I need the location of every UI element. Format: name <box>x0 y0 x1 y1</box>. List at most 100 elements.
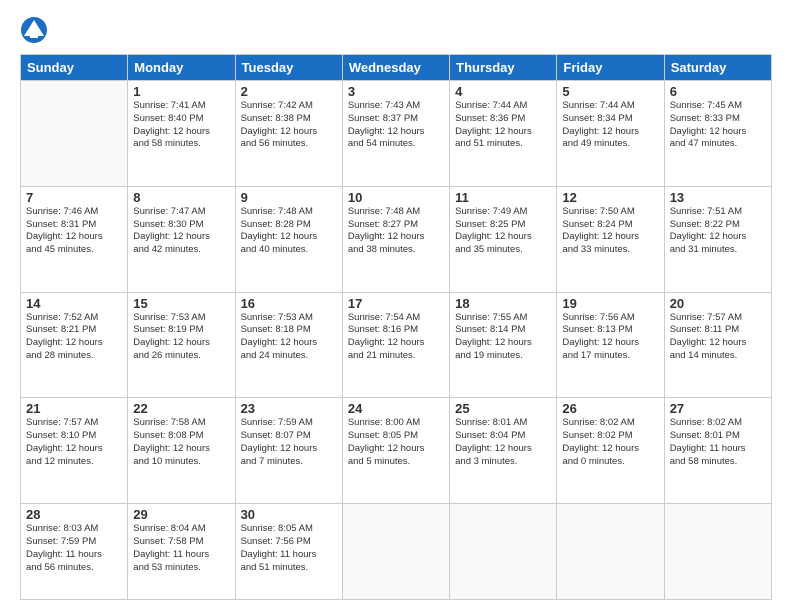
day-number: 29 <box>133 507 229 522</box>
day-cell: 20Sunrise: 7:57 AM Sunset: 8:11 PM Dayli… <box>664 292 771 398</box>
day-info: Sunrise: 7:59 AM Sunset: 8:07 PM Dayligh… <box>241 417 337 468</box>
day-info: Sunrise: 7:56 AM Sunset: 8:13 PM Dayligh… <box>562 312 658 363</box>
day-number: 19 <box>562 296 658 311</box>
day-cell <box>664 504 771 600</box>
day-cell <box>342 504 449 600</box>
week-row-1: 7Sunrise: 7:46 AM Sunset: 8:31 PM Daylig… <box>21 186 772 292</box>
week-row-2: 14Sunrise: 7:52 AM Sunset: 8:21 PM Dayli… <box>21 292 772 398</box>
day-number: 21 <box>26 401 122 416</box>
day-info: Sunrise: 8:02 AM Sunset: 8:02 PM Dayligh… <box>562 417 658 468</box>
day-number: 5 <box>562 84 658 99</box>
day-number: 4 <box>455 84 551 99</box>
day-cell: 17Sunrise: 7:54 AM Sunset: 8:16 PM Dayli… <box>342 292 449 398</box>
day-number: 8 <box>133 190 229 205</box>
day-cell: 29Sunrise: 8:04 AM Sunset: 7:58 PM Dayli… <box>128 504 235 600</box>
day-cell: 6Sunrise: 7:45 AM Sunset: 8:33 PM Daylig… <box>664 81 771 187</box>
day-cell: 5Sunrise: 7:44 AM Sunset: 8:34 PM Daylig… <box>557 81 664 187</box>
day-info: Sunrise: 7:48 AM Sunset: 8:27 PM Dayligh… <box>348 206 444 257</box>
day-cell: 30Sunrise: 8:05 AM Sunset: 7:56 PM Dayli… <box>235 504 342 600</box>
day-info: Sunrise: 7:54 AM Sunset: 8:16 PM Dayligh… <box>348 312 444 363</box>
day-info: Sunrise: 7:48 AM Sunset: 8:28 PM Dayligh… <box>241 206 337 257</box>
day-info: Sunrise: 7:57 AM Sunset: 8:10 PM Dayligh… <box>26 417 122 468</box>
day-cell: 3Sunrise: 7:43 AM Sunset: 8:37 PM Daylig… <box>342 81 449 187</box>
day-cell: 8Sunrise: 7:47 AM Sunset: 8:30 PM Daylig… <box>128 186 235 292</box>
day-info: Sunrise: 7:49 AM Sunset: 8:25 PM Dayligh… <box>455 206 551 257</box>
day-cell: 24Sunrise: 8:00 AM Sunset: 8:05 PM Dayli… <box>342 398 449 504</box>
day-cell: 4Sunrise: 7:44 AM Sunset: 8:36 PM Daylig… <box>450 81 557 187</box>
day-cell: 25Sunrise: 8:01 AM Sunset: 8:04 PM Dayli… <box>450 398 557 504</box>
header-saturday: Saturday <box>664 55 771 81</box>
day-info: Sunrise: 7:47 AM Sunset: 8:30 PM Dayligh… <box>133 206 229 257</box>
day-number: 2 <box>241 84 337 99</box>
day-number: 1 <box>133 84 229 99</box>
header-tuesday: Tuesday <box>235 55 342 81</box>
day-cell: 14Sunrise: 7:52 AM Sunset: 8:21 PM Dayli… <box>21 292 128 398</box>
day-number: 16 <box>241 296 337 311</box>
header-friday: Friday <box>557 55 664 81</box>
header-monday: Monday <box>128 55 235 81</box>
day-info: Sunrise: 7:42 AM Sunset: 8:38 PM Dayligh… <box>241 100 337 151</box>
day-number: 11 <box>455 190 551 205</box>
day-number: 26 <box>562 401 658 416</box>
day-number: 10 <box>348 190 444 205</box>
day-cell: 10Sunrise: 7:48 AM Sunset: 8:27 PM Dayli… <box>342 186 449 292</box>
header <box>20 16 772 44</box>
day-cell: 26Sunrise: 8:02 AM Sunset: 8:02 PM Dayli… <box>557 398 664 504</box>
calendar: SundayMondayTuesdayWednesdayThursdayFrid… <box>20 54 772 600</box>
day-number: 22 <box>133 401 229 416</box>
day-cell: 7Sunrise: 7:46 AM Sunset: 8:31 PM Daylig… <box>21 186 128 292</box>
day-info: Sunrise: 8:02 AM Sunset: 8:01 PM Dayligh… <box>670 417 766 468</box>
day-info: Sunrise: 8:03 AM Sunset: 7:59 PM Dayligh… <box>26 523 122 574</box>
week-row-0: 1Sunrise: 7:41 AM Sunset: 8:40 PM Daylig… <box>21 81 772 187</box>
day-info: Sunrise: 7:58 AM Sunset: 8:08 PM Dayligh… <box>133 417 229 468</box>
day-info: Sunrise: 7:53 AM Sunset: 8:19 PM Dayligh… <box>133 312 229 363</box>
day-cell: 2Sunrise: 7:42 AM Sunset: 8:38 PM Daylig… <box>235 81 342 187</box>
day-number: 25 <box>455 401 551 416</box>
day-info: Sunrise: 7:44 AM Sunset: 8:34 PM Dayligh… <box>562 100 658 151</box>
day-cell <box>557 504 664 600</box>
day-info: Sunrise: 7:46 AM Sunset: 8:31 PM Dayligh… <box>26 206 122 257</box>
day-number: 30 <box>241 507 337 522</box>
day-info: Sunrise: 7:44 AM Sunset: 8:36 PM Dayligh… <box>455 100 551 151</box>
header-sunday: Sunday <box>21 55 128 81</box>
day-info: Sunrise: 7:57 AM Sunset: 8:11 PM Dayligh… <box>670 312 766 363</box>
day-info: Sunrise: 7:45 AM Sunset: 8:33 PM Dayligh… <box>670 100 766 151</box>
day-info: Sunrise: 8:05 AM Sunset: 7:56 PM Dayligh… <box>241 523 337 574</box>
calendar-header-row: SundayMondayTuesdayWednesdayThursdayFrid… <box>21 55 772 81</box>
day-cell: 28Sunrise: 8:03 AM Sunset: 7:59 PM Dayli… <box>21 504 128 600</box>
day-info: Sunrise: 8:01 AM Sunset: 8:04 PM Dayligh… <box>455 417 551 468</box>
day-number: 27 <box>670 401 766 416</box>
day-number: 6 <box>670 84 766 99</box>
day-cell: 13Sunrise: 7:51 AM Sunset: 8:22 PM Dayli… <box>664 186 771 292</box>
day-cell: 12Sunrise: 7:50 AM Sunset: 8:24 PM Dayli… <box>557 186 664 292</box>
day-number: 20 <box>670 296 766 311</box>
day-number: 13 <box>670 190 766 205</box>
day-info: Sunrise: 8:04 AM Sunset: 7:58 PM Dayligh… <box>133 523 229 574</box>
day-cell: 16Sunrise: 7:53 AM Sunset: 8:18 PM Dayli… <box>235 292 342 398</box>
day-cell: 9Sunrise: 7:48 AM Sunset: 8:28 PM Daylig… <box>235 186 342 292</box>
day-number: 17 <box>348 296 444 311</box>
day-cell: 11Sunrise: 7:49 AM Sunset: 8:25 PM Dayli… <box>450 186 557 292</box>
day-info: Sunrise: 7:43 AM Sunset: 8:37 PM Dayligh… <box>348 100 444 151</box>
week-row-3: 21Sunrise: 7:57 AM Sunset: 8:10 PM Dayli… <box>21 398 772 504</box>
day-number: 3 <box>348 84 444 99</box>
day-number: 14 <box>26 296 122 311</box>
day-cell: 15Sunrise: 7:53 AM Sunset: 8:19 PM Dayli… <box>128 292 235 398</box>
logo-icon <box>20 16 48 44</box>
day-cell: 19Sunrise: 7:56 AM Sunset: 8:13 PM Dayli… <box>557 292 664 398</box>
logo <box>20 16 52 44</box>
day-cell: 21Sunrise: 7:57 AM Sunset: 8:10 PM Dayli… <box>21 398 128 504</box>
day-info: Sunrise: 7:50 AM Sunset: 8:24 PM Dayligh… <box>562 206 658 257</box>
day-number: 15 <box>133 296 229 311</box>
day-info: Sunrise: 7:53 AM Sunset: 8:18 PM Dayligh… <box>241 312 337 363</box>
day-number: 9 <box>241 190 337 205</box>
day-number: 7 <box>26 190 122 205</box>
header-thursday: Thursday <box>450 55 557 81</box>
day-cell <box>450 504 557 600</box>
day-cell: 1Sunrise: 7:41 AM Sunset: 8:40 PM Daylig… <box>128 81 235 187</box>
day-cell: 27Sunrise: 8:02 AM Sunset: 8:01 PM Dayli… <box>664 398 771 504</box>
day-number: 28 <box>26 507 122 522</box>
day-info: Sunrise: 7:52 AM Sunset: 8:21 PM Dayligh… <box>26 312 122 363</box>
day-info: Sunrise: 8:00 AM Sunset: 8:05 PM Dayligh… <box>348 417 444 468</box>
day-info: Sunrise: 7:55 AM Sunset: 8:14 PM Dayligh… <box>455 312 551 363</box>
